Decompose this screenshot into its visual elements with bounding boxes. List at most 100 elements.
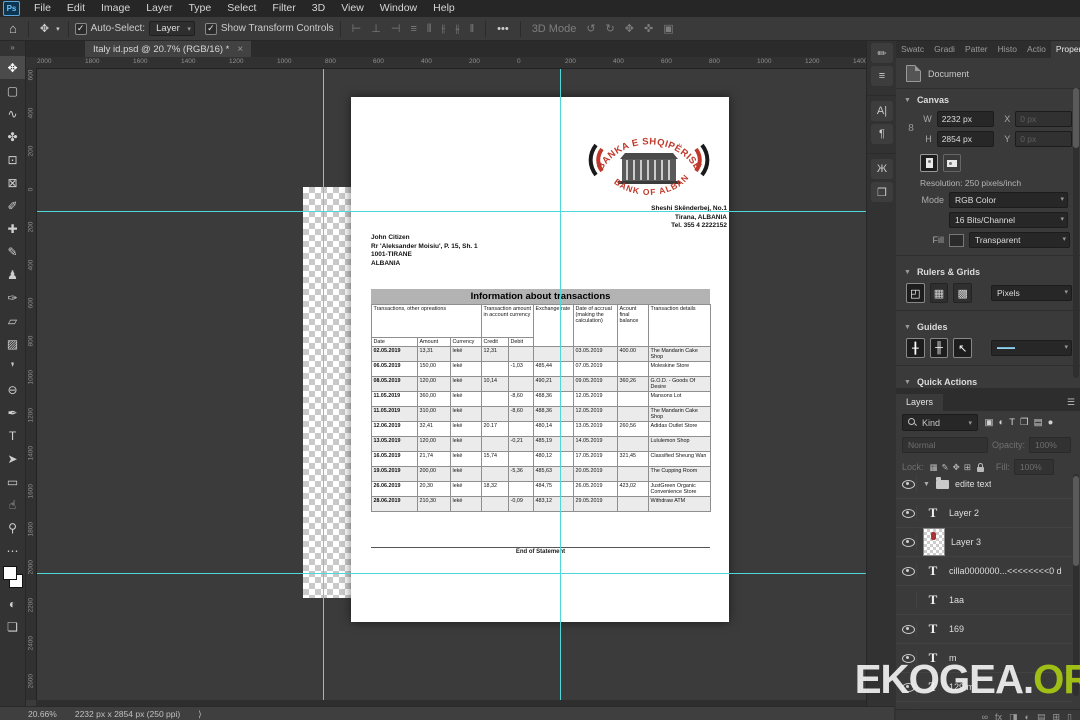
visibility-toggle[interactable] <box>900 621 917 637</box>
type-tool[interactable]: T <box>0 424 25 447</box>
distribute-4-icon[interactable]: ‖ <box>465 23 480 35</box>
visibility-toggle[interactable] <box>900 534 917 550</box>
layer-row[interactable]: Tcilla0000000...<<<<<<<<0 d <box>896 557 1072 586</box>
new-layer-icon[interactable]: ⊞ <box>1053 711 1061 720</box>
vertical-ruler[interactable]: 600 400 200 0 200 400 600 800 1000 1200 1400 1600 18… <box>25 68 37 700</box>
move-tool-options-icon[interactable]: ✥ <box>35 22 54 35</box>
character-panel-icon[interactable]: A| <box>871 101 893 121</box>
distribute-2-icon[interactable]: ⫲ <box>437 23 451 35</box>
brush-settings-icon[interactable]: ✏ <box>871 43 893 63</box>
path-select-tool[interactable]: ➤ <box>0 447 25 470</box>
layer-row[interactable]: T 169 <box>896 615 1072 644</box>
align-center-h-icon[interactable]: ⊥ <box>366 23 386 35</box>
quick-mask-icon[interactable]: ◐ <box>0 592 25 615</box>
filter-shape-layers-icon[interactable]: ❒ <box>1018 417 1032 428</box>
menu-layer[interactable]: Layer <box>138 0 180 17</box>
width-input[interactable]: 2232 px <box>936 111 994 127</box>
bit-depth-select[interactable]: 16 Bits/Channel ▾ <box>949 212 1068 228</box>
adjustment-layer-icon[interactable]: ◐ <box>1025 711 1030 720</box>
bank-statement-document[interactable]: BANKA E SHQIPËRISË BANK OF ALBANIA Shesh… <box>351 97 729 622</box>
delete-layer-icon[interactable]: ▯ <box>1067 711 1072 720</box>
clear-guides-icon[interactable]: ↖ <box>953 338 973 358</box>
menu-window[interactable]: Window <box>372 0 425 17</box>
tab-patter[interactable]: Patter <box>960 40 993 58</box>
tab-swatc[interactable]: Swatc <box>896 40 929 58</box>
status-chevron-icon[interactable]: ⟩ <box>198 709 201 720</box>
portrait-orientation-button[interactable] <box>920 154 938 172</box>
tool-presets-icon[interactable]: ≡ <box>871 66 893 86</box>
chevron-down-icon[interactable]: ▼ <box>904 97 911 104</box>
auto-select-checkbox[interactable]: ✓ <box>74 22 87 35</box>
move-tool[interactable]: ✥ <box>0 56 25 79</box>
new-guide-layout-icon[interactable]: ╂ <box>906 338 925 358</box>
home-icon[interactable]: ⌂ <box>4 21 22 36</box>
quick-selection-tool[interactable]: ✤ <box>0 125 25 148</box>
link-layers-icon[interactable]: ∞ <box>982 711 988 720</box>
layers-panel-menu-icon[interactable]: ☰ <box>1067 394 1080 411</box>
3d-camera-icon[interactable]: ▣ <box>658 23 678 35</box>
3d-orbit-icon[interactable]: ↺ <box>581 23 600 35</box>
link-dimensions-icon[interactable]: 8 <box>906 123 916 134</box>
toolbar-collapse-icon[interactable]: » <box>0 40 25 56</box>
menu-filter[interactable]: Filter <box>264 0 303 17</box>
more-options-icon[interactable]: ••• <box>492 23 514 35</box>
brush-tool[interactable]: ✎ <box>0 240 25 263</box>
tool-preset-chevron-icon[interactable]: ▾ <box>54 25 62 33</box>
toggle-grid-icon[interactable]: ▦ <box>929 283 949 303</box>
dodge-tool[interactable]: ⊖ <box>0 378 25 401</box>
chevron-down-icon[interactable]: ▼ <box>904 269 911 276</box>
align-right-icon[interactable]: ⊣ <box>386 23 406 35</box>
snap-grid-icon[interactable]: ▩ <box>953 283 973 303</box>
new-guides-from-shape-icon[interactable]: ╫ <box>929 338 949 358</box>
visibility-toggle[interactable] <box>900 592 917 608</box>
tab-properties[interactable]: Properties <box>1050 40 1080 58</box>
tab-actio[interactable]: Actio <box>1022 40 1051 58</box>
menu-file[interactable]: File <box>26 0 59 17</box>
menu-select[interactable]: Select <box>219 0 264 17</box>
filter-pixel-layers-icon[interactable]: ▣ <box>982 417 996 428</box>
fill-swatch[interactable] <box>949 233 964 247</box>
blur-tool[interactable]: ❜ <box>0 355 25 378</box>
height-input[interactable]: 2854 px <box>936 131 994 147</box>
tab-layers[interactable]: Layers <box>896 394 944 411</box>
3d-roll-icon[interactable]: ↻ <box>601 23 620 35</box>
3d-panel-icon[interactable]: ❒ <box>871 182 893 202</box>
shape-tool[interactable]: ▭ <box>0 470 25 493</box>
zoom-tool[interactable]: ⚲ <box>0 516 25 539</box>
marquee-tool[interactable]: ▢ <box>0 79 25 102</box>
paragraph-panel-icon[interactable]: ¶ <box>871 124 893 144</box>
fill-select[interactable]: Transparent ▾ <box>969 232 1070 248</box>
pen-tool[interactable]: ✒ <box>0 401 25 424</box>
vertical-guide-2[interactable] <box>560 68 561 700</box>
filter-smart-objects-icon[interactable]: ▤ <box>1031 417 1045 428</box>
distribute-1-icon[interactable]: ⫴ <box>422 23 437 35</box>
tab-histo[interactable]: Histo <box>993 40 1022 58</box>
toolbar-ellipsis[interactable]: ⋯ <box>0 539 25 562</box>
show-transform-checkbox[interactable]: ✓ <box>204 22 217 35</box>
menu-image[interactable]: Image <box>93 0 138 17</box>
filter-type-layers-icon[interactable]: T <box>1007 417 1018 428</box>
foreground-color-swatch[interactable] <box>3 566 17 580</box>
properties-scrollbar[interactable] <box>1073 88 1079 378</box>
menu-type[interactable]: Type <box>180 0 219 17</box>
clone-stamp-tool[interactable]: ♟ <box>0 263 25 286</box>
eraser-tool[interactable]: ▱ <box>0 309 25 332</box>
gradient-tool[interactable]: ▨ <box>0 332 25 355</box>
history-brush-tool[interactable]: ✑ <box>0 286 25 309</box>
align-left-icon[interactable]: ⊢ <box>347 23 367 35</box>
horizontal-ruler[interactable]: 2000 1800 1600 1400 1200 1000 800 600 400 200 0 200… <box>25 57 866 69</box>
horizontal-guide-2[interactable] <box>36 573 866 574</box>
guide-style-select[interactable]: ▬▬▬ ▾ <box>991 340 1073 356</box>
close-tab-icon[interactable]: × <box>237 44 243 55</box>
horizontal-guide-1[interactable] <box>36 211 866 212</box>
document-tab[interactable]: Italy id.psd @ 20.7% (RGB/16) * × <box>85 40 252 57</box>
chevron-down-icon[interactable]: ▼ <box>904 379 911 386</box>
menu-3d[interactable]: 3D <box>304 0 333 17</box>
vertical-guide-1[interactable] <box>323 68 324 700</box>
units-select[interactable]: Pixels ▾ <box>991 285 1073 301</box>
chevron-down-icon[interactable]: ▼ <box>904 324 911 331</box>
tab-gradi[interactable]: Gradi <box>929 40 960 58</box>
canvas-area[interactable]: BANKA E SHQIPËRISË BANK OF ALBANIA Shesh… <box>36 68 866 700</box>
3d-pan-icon[interactable]: ✥ <box>620 23 639 35</box>
crop-tool[interactable]: ⊡ <box>0 148 25 171</box>
